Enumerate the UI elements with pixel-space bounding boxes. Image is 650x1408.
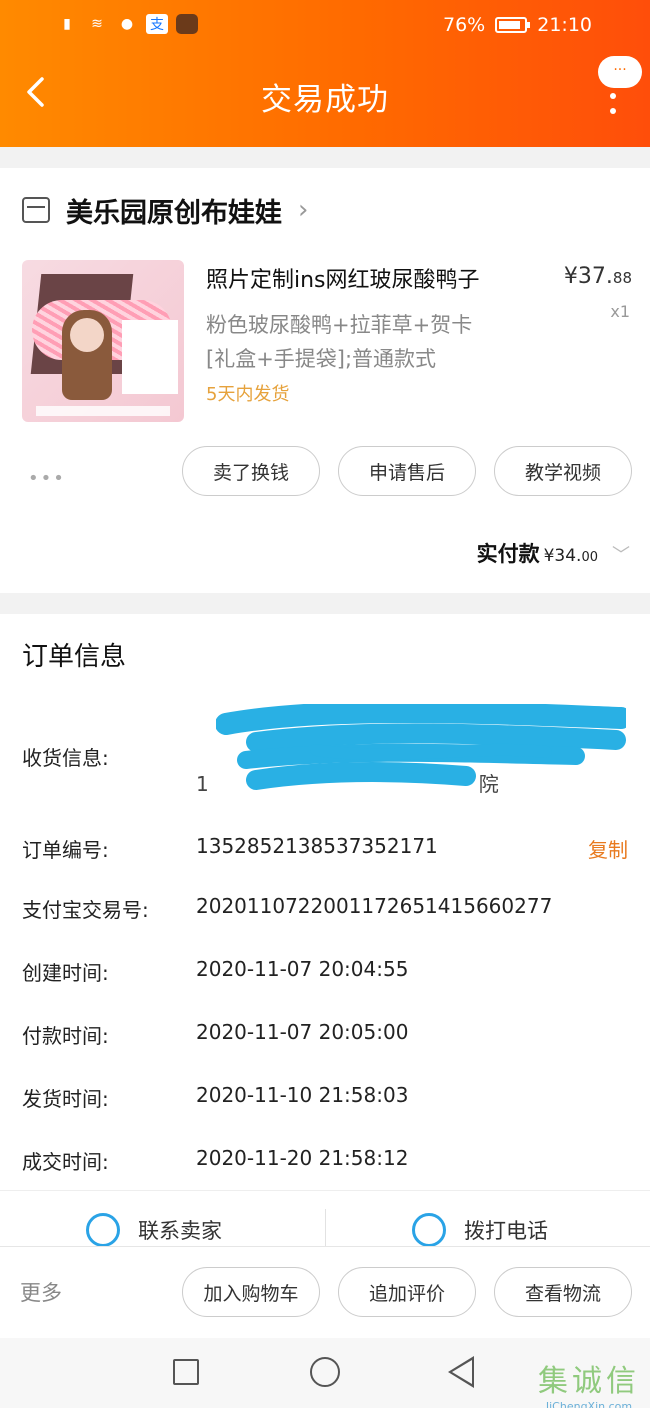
add-review-button[interactable]: 追加评价 <box>338 1267 476 1317</box>
done-label: 成交时间: <box>22 1150 109 1174</box>
home-icon[interactable] <box>310 1357 340 1387</box>
order-number-label: 订单编号: <box>22 838 109 862</box>
copy-button[interactable]: 复制 <box>588 834 628 863</box>
paid-time-label: 付款时间: <box>22 1024 109 1048</box>
order-item-card: 美乐园原创布娃娃 › 照片定制ins网红玻尿酸鸭子 ¥37.88 x1 粉色玻尿… <box>0 168 650 593</box>
product-title[interactable]: 照片定制ins网红玻尿酸鸭子 <box>206 262 480 294</box>
product-price: ¥37.88 <box>563 264 632 289</box>
chevron-right-icon: › <box>298 195 309 225</box>
chat-icon <box>86 1213 120 1247</box>
back-nav-icon[interactable] <box>448 1356 474 1388</box>
watermark-text: 集诚信 <box>538 1364 640 1399</box>
wechat-icon: ● <box>120 16 134 32</box>
call-label: 拨打电话 <box>464 1219 548 1243</box>
created-time: 2020-11-07 20:04:55 <box>196 957 409 981</box>
message-bubble-icon[interactable]: ··· <box>598 56 642 88</box>
alipay-label: 支付宝交易号: <box>22 898 149 922</box>
wifi-icon: ≋ <box>91 16 103 32</box>
order-info-card: 订单信息 收货信息: 1院 订单编号: 1352852138537352171 … <box>0 614 650 1194</box>
shop-icon <box>22 197 50 223</box>
alipay-number: 2020110722001172651415660277 <box>196 894 553 918</box>
bottom-action-bar: 更多 加入购物车 追加评价 查看物流 <box>0 1246 650 1338</box>
shipped-label: 发货时间: <box>22 1087 109 1111</box>
paid-amount[interactable]: 实付款 ¥34.00 ﹀ <box>477 538 630 568</box>
status-bar: ▮ ≋ ● 支 76% 21:10 <box>0 12 650 40</box>
address-value: 1院 <box>196 704 626 814</box>
product-quantity: x1 <box>610 302 630 321</box>
app-avatar-icon <box>176 14 198 34</box>
contact-bar: 联系卖家 拨打电话 <box>0 1190 650 1250</box>
more-button[interactable]: 更多 <box>20 1277 62 1307</box>
shipped-row: 发货时间: 2020-11-10 21:58:03 <box>22 1083 628 1115</box>
shop-name: 美乐园原创布娃娃 <box>66 197 282 229</box>
tutorial-video-button[interactable]: 教学视频 <box>494 446 632 496</box>
add-to-cart-button[interactable]: 加入购物车 <box>182 1267 320 1317</box>
done-row: 成交时间: 2020-11-20 21:58:12 <box>22 1146 628 1178</box>
product-sku: 粉色玻尿酸鸭+拉菲草+贺卡 [礼盒+手提袋];普通款式 <box>206 313 473 371</box>
paid-time: 2020-11-07 20:05:00 <box>196 1020 409 1044</box>
watermark: 集诚信 JiChengXin.com <box>538 1356 640 1408</box>
created-row: 创建时间: 2020-11-07 20:04:55 <box>22 957 628 989</box>
battery-percent: 76% <box>443 14 486 36</box>
shop-link[interactable]: 美乐园原创布娃娃 › <box>22 190 308 230</box>
alipay-icon: 支 <box>146 14 168 34</box>
watermark-url: JiChengXin.com <box>545 1400 633 1408</box>
done-time: 2020-11-20 21:58:12 <box>196 1146 409 1170</box>
clock: 21:10 <box>537 14 592 36</box>
address-label: 收货信息: <box>22 746 109 770</box>
page-title: 交易成功 <box>261 82 389 118</box>
more-actions-icon[interactable]: ••• <box>28 468 66 489</box>
alipay-row: 支付宝交易号: 2020110722001172651415660277 <box>22 894 628 926</box>
status-right: 76% 21:10 <box>443 14 592 36</box>
battery-icon <box>495 17 531 33</box>
contact-seller-button[interactable]: 联系卖家 <box>86 1213 222 1247</box>
paid-label: 实付款 <box>476 542 540 566</box>
shipping-promise: 5天内发货 <box>206 384 290 405</box>
phone-icon <box>412 1213 446 1247</box>
call-button[interactable]: 拨打电话 <box>412 1213 548 1247</box>
signal-icon: ▮ <box>63 16 71 32</box>
section-title: 订单信息 <box>22 642 127 672</box>
shipped-time: 2020-11-10 21:58:03 <box>196 1083 409 1107</box>
paid-value: ¥34.00 <box>543 546 598 566</box>
order-number-row: 订单编号: 1352852138537352171 复制 <box>22 834 628 866</box>
divider <box>325 1209 326 1249</box>
chevron-down-icon: ﹀ <box>612 545 630 566</box>
created-label: 创建时间: <box>22 961 109 985</box>
redaction-scribble <box>216 704 626 790</box>
aftersale-button[interactable]: 申请售后 <box>338 446 476 496</box>
recents-icon[interactable] <box>173 1359 199 1385</box>
order-number: 1352852138537352171 <box>196 834 438 858</box>
more-menu-icon[interactable] <box>608 78 618 114</box>
product-image[interactable] <box>22 260 184 422</box>
paid-row: 付款时间: 2020-11-07 20:05:00 <box>22 1020 628 1052</box>
header: ▮ ≋ ● 支 76% 21:10 交易成功 ··· <box>0 0 650 147</box>
sell-button[interactable]: 卖了换钱 <box>182 446 320 496</box>
contact-seller-label: 联系卖家 <box>138 1219 222 1243</box>
view-logistics-button[interactable]: 查看物流 <box>494 1267 632 1317</box>
status-icons: ▮ ≋ ● 支 <box>56 14 198 34</box>
